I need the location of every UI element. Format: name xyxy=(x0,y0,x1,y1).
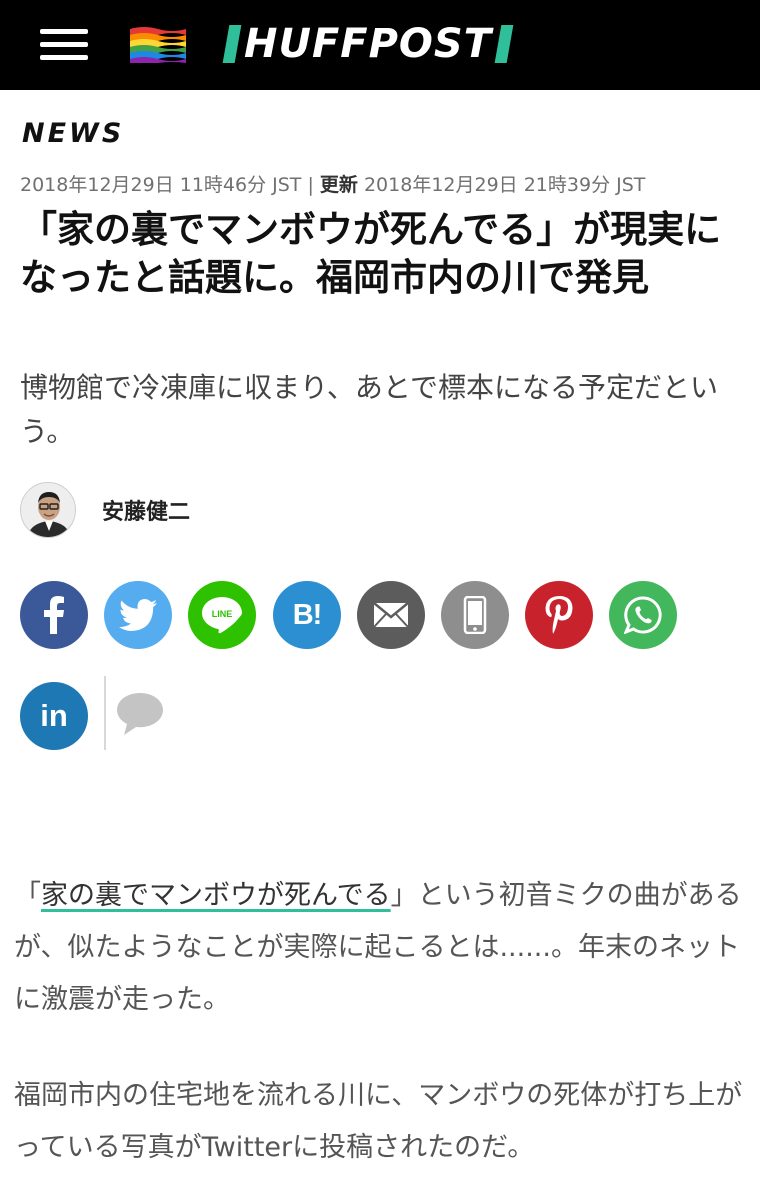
linkedin-share-button[interactable]: in xyxy=(20,682,88,750)
author-photo-icon xyxy=(21,483,75,537)
author-byline[interactable]: 安藤健二 xyxy=(20,482,190,538)
hatena-bookmark-icon: B! xyxy=(292,598,323,631)
facebook-share-button[interactable] xyxy=(20,581,88,649)
article-timestamps: 2018年12月29日 11時46分 JST | 更新 2018年12月29日 … xyxy=(20,170,750,197)
article-headline: 「家の裏でマンボウが死んでる」が現実になったと話題に。福岡市内の川で発見 xyxy=(20,208,722,299)
timestamp-separator: | xyxy=(301,174,320,196)
updated-time: 2018年12月29日 21時39分 JST xyxy=(363,174,646,196)
email-share-button[interactable] xyxy=(357,581,425,649)
twitter-icon xyxy=(119,599,157,631)
whatsapp-icon xyxy=(624,596,662,634)
logo-bar-right xyxy=(494,25,514,63)
song-title-link[interactable]: 家の裏でマンボウが死んでる xyxy=(41,880,391,911)
logo-bar-left xyxy=(222,25,242,63)
pinterest-icon xyxy=(545,596,573,634)
whatsapp-share-button[interactable] xyxy=(609,581,677,649)
author-avatar[interactable] xyxy=(20,482,76,538)
twitter-share-button[interactable] xyxy=(104,581,172,649)
pinterest-share-button[interactable] xyxy=(525,581,593,649)
line-icon: LINE xyxy=(202,597,242,634)
comment-bubble-icon[interactable] xyxy=(114,690,166,738)
logo-text: HUFFPOST xyxy=(244,21,493,67)
quote-open: 「 xyxy=(14,880,41,911)
mobile-phone-icon xyxy=(463,596,487,634)
body-paragraph-2: 福岡市内の住宅地を流れる川に、マンボウの死体が打ち上がっている写真がTwitte… xyxy=(14,1080,743,1163)
hamburger-menu-icon[interactable] xyxy=(36,24,92,64)
author-name[interactable]: 安藤健二 xyxy=(102,494,190,526)
rainbow-flag-icon[interactable] xyxy=(130,25,186,63)
published-time: 2018年12月29日 11時46分 JST xyxy=(20,174,302,196)
section-label[interactable]: NEWS xyxy=(22,118,124,149)
line-share-button[interactable]: LINE xyxy=(188,581,256,649)
linkedin-icon: in xyxy=(40,698,68,733)
line-icon-label: LINE xyxy=(212,609,233,619)
article-subheadline: 博物館で冷凍庫に収まり、あとで標本になる予定だという。 xyxy=(20,371,719,448)
body-paragraph-1: 「家の裏でマンボウが死んでる」という初音ミクの曲があるが、似たようなことが実際に… xyxy=(14,870,754,1026)
huffpost-logo[interactable]: HUFFPOST xyxy=(222,20,514,68)
mobile-share-button[interactable] xyxy=(441,581,509,649)
share-divider xyxy=(104,676,106,750)
updated-label: 更新 xyxy=(319,174,358,196)
facebook-icon xyxy=(44,596,64,634)
top-navigation-bar: HUFFPOST xyxy=(0,0,760,90)
mail-icon xyxy=(373,602,409,628)
hatena-bookmark-share-button[interactable]: B! xyxy=(273,581,341,649)
